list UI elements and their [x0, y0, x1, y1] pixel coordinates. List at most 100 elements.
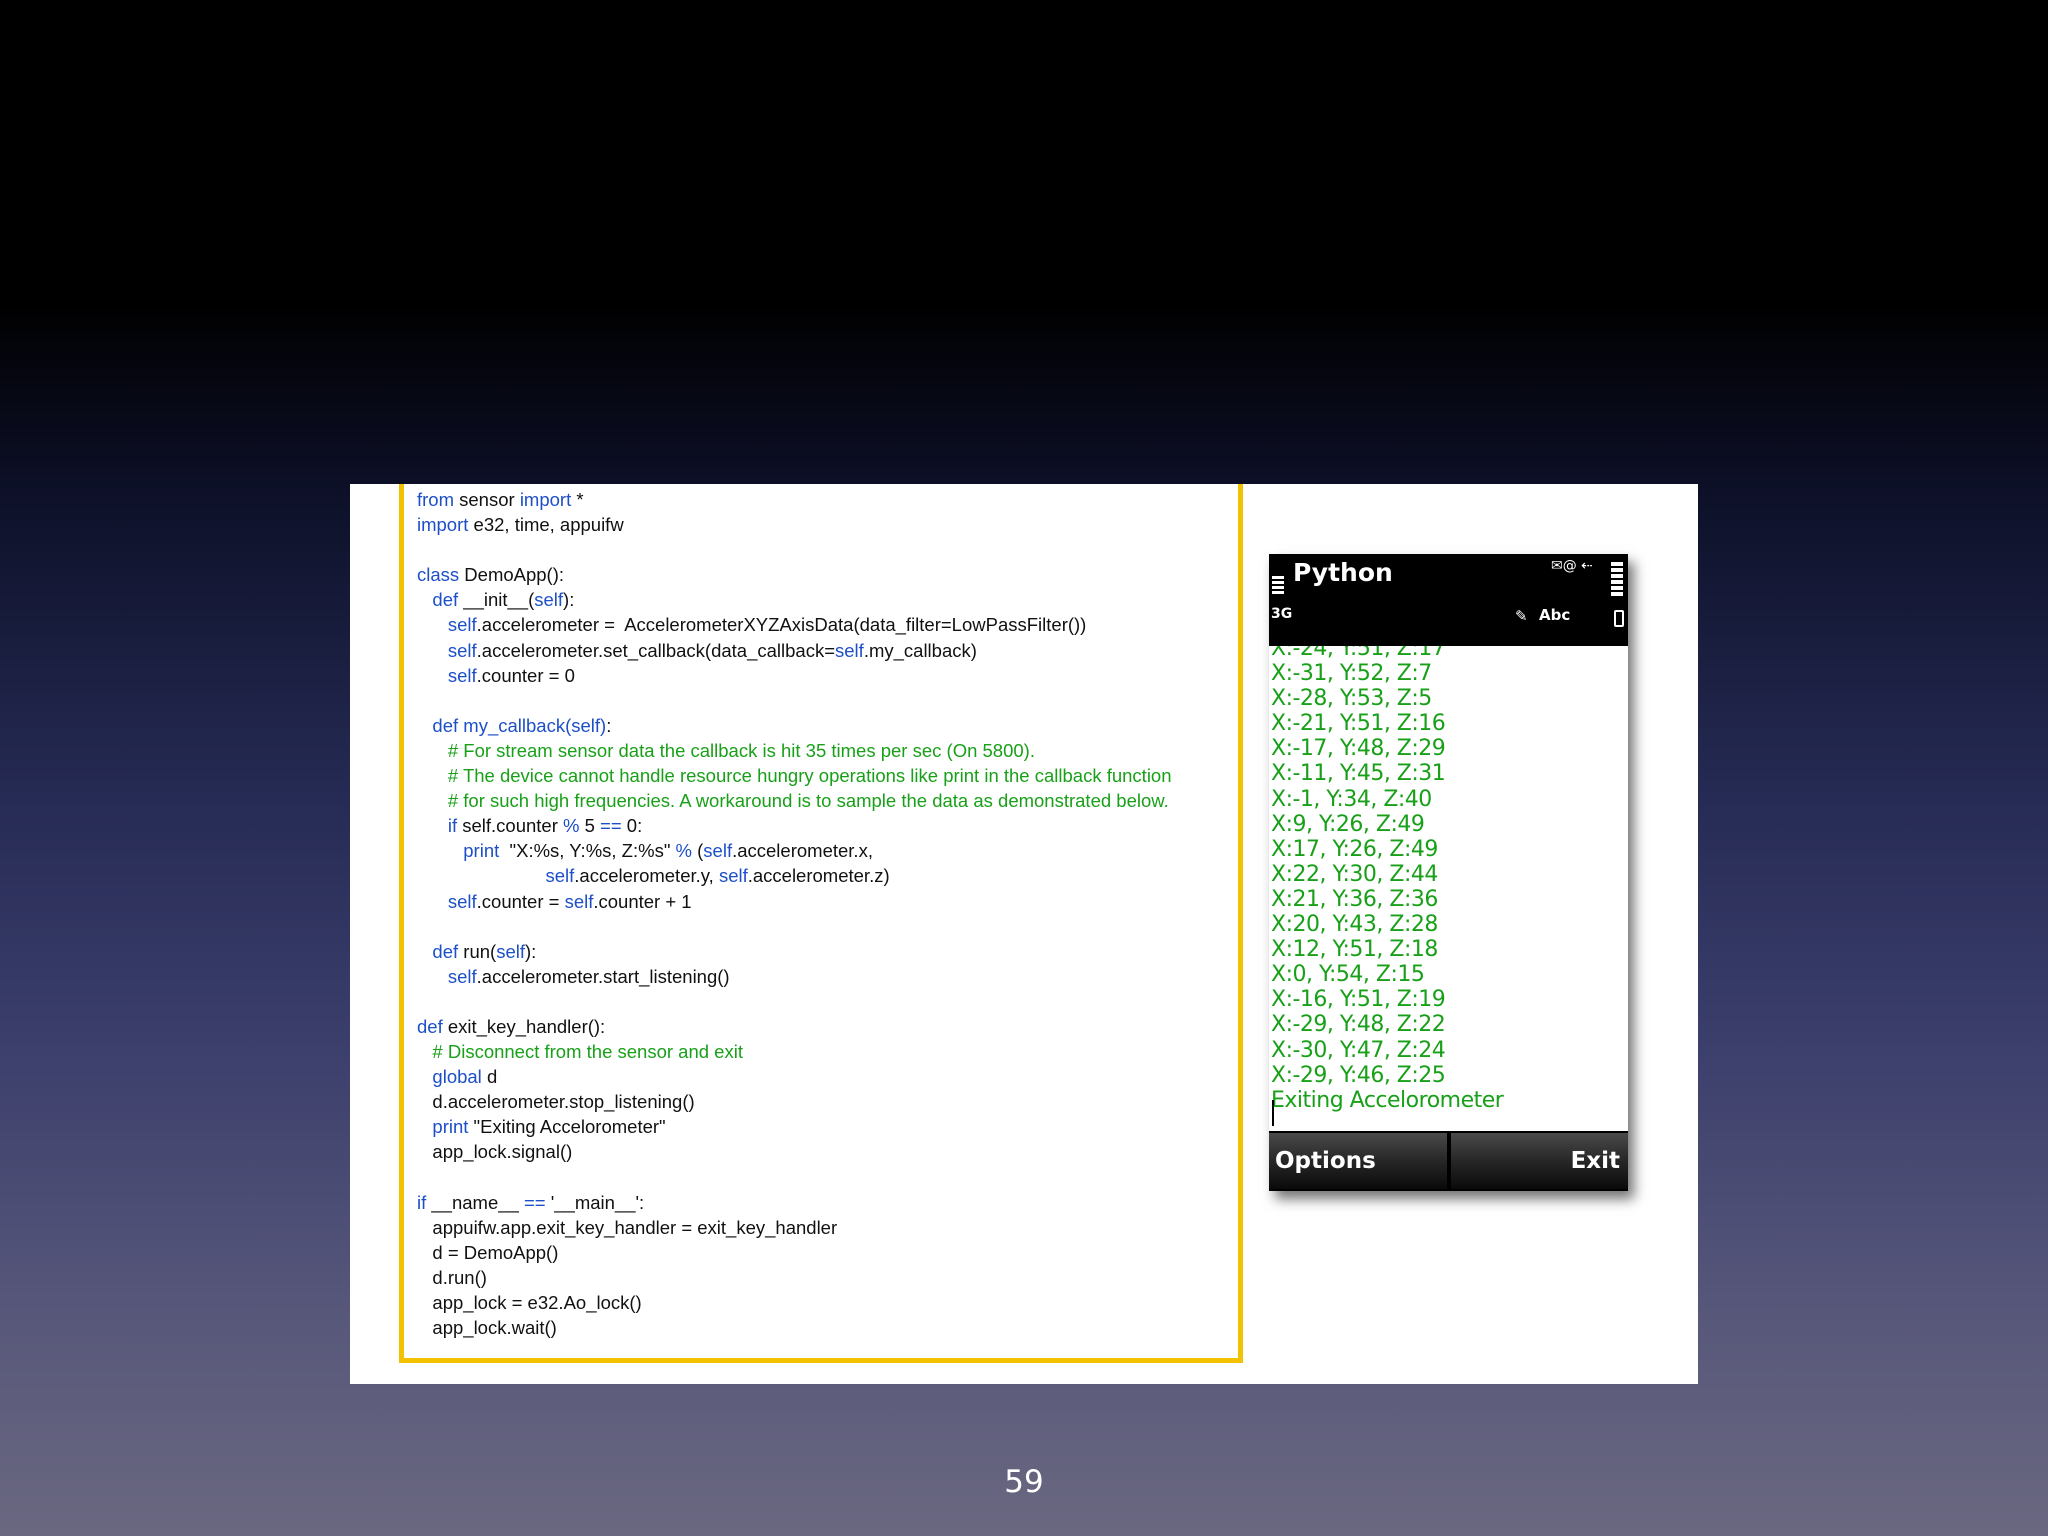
code-text: .accelerometer.start_listening()	[476, 965, 730, 987]
code-text: d.run()	[417, 1266, 487, 1288]
console-line: X:-11, Y:45, Z:31	[1271, 761, 1446, 787]
signal-strength-icon	[1272, 576, 1286, 598]
code-line: class DemoApp():	[417, 562, 1172, 587]
console-line: X:-16, Y:51, Z:19	[1271, 987, 1446, 1013]
code-keyword: self	[545, 865, 575, 887]
phone-screen: Python ✉@ ⇠ 3G ✎ Abc X:-24, Y:51, Z:17 X:…	[1269, 554, 1628, 1191]
code-line: d.run()	[417, 1265, 1172, 1290]
text-cursor-icon	[1614, 610, 1624, 627]
code-keyword: self	[496, 940, 525, 962]
code-text: .counter = 0	[476, 664, 575, 686]
code-comment: # The device cannot handle resource hung…	[447, 765, 1172, 787]
code-line: self.accelerometer.set_callback(data_cal…	[417, 638, 1172, 663]
code-keyword: self	[718, 865, 748, 887]
code-text: .my_callback)	[863, 639, 977, 661]
page-number: 59	[1004, 1464, 1044, 1500]
code-line: # for such high frequencies. A workaroun…	[417, 788, 1172, 813]
code-line: import e32, time, appuifw	[417, 512, 1172, 537]
code-keyword: self	[703, 840, 733, 862]
code-text: self.counter	[457, 815, 564, 837]
console-line: X:-29, Y:48, Z:22	[1271, 1012, 1446, 1038]
code-text: '__main__':	[545, 1191, 645, 1213]
console-lines: X:-24, Y:51, Z:17 X:-31, Y:52, Z:7 X:-28, …	[1271, 646, 1504, 1113]
code-keyword: from	[417, 489, 454, 510]
options-softkey[interactable]: Options	[1269, 1133, 1447, 1189]
code-text: .counter =	[476, 890, 565, 912]
console-line: X:17, Y:26, Z:49	[1271, 836, 1438, 862]
code-line: appuifw.app.exit_key_handler = exit_key_…	[417, 1215, 1172, 1240]
code-keyword: self	[564, 890, 594, 912]
code-text: e32, time, appuifw	[468, 514, 624, 536]
code-keyword: if	[417, 1191, 427, 1213]
code-text: (	[691, 840, 704, 862]
code-line: app_lock.wait()	[417, 1315, 1172, 1340]
code-line: def run(self):	[417, 939, 1172, 964]
code-keyword: self	[447, 614, 477, 636]
code-keyword: %	[563, 815, 580, 837]
code-line: self.accelerometer.start_listening()	[417, 964, 1172, 989]
code-line: if __name__ == '__main__':	[417, 1190, 1172, 1215]
code-comment: # For stream sensor data the callback is…	[447, 739, 1035, 761]
code-text: d.accelerometer.stop_listening()	[417, 1091, 695, 1113]
code-line: print "Exiting Accelorometer"	[417, 1114, 1172, 1139]
code-keyword: self	[534, 589, 564, 611]
code-line: from sensor import *	[417, 487, 1172, 512]
message-usb-icon: ✉@ ⇠	[1551, 558, 1593, 574]
code-line: print "X:%s, Y:%s, Z:%s" % (self.acceler…	[417, 838, 1172, 863]
code-comment: # Disconnect from the sensor and exit	[432, 1041, 743, 1063]
code-keyword: import	[417, 514, 469, 536]
console-line: X:0, Y:54, Z:15	[1271, 962, 1425, 988]
console-line: X:-31, Y:52, Z:7	[1271, 661, 1432, 687]
console-line: X:-21, Y:51, Z:16	[1271, 711, 1446, 737]
code-keyword: print	[463, 840, 500, 862]
code-text: d	[481, 1066, 498, 1088]
code-line: def __init__(self):	[417, 587, 1172, 612]
text-cursor	[1272, 1100, 1274, 1126]
code-keyword: if	[447, 815, 458, 837]
slide: from sensor import * import e32, time, ap…	[350, 484, 1698, 1384]
console-line: X:-28, Y:53, Z:5	[1271, 686, 1432, 712]
code-keyword: self	[447, 639, 477, 661]
app-title: Python	[1293, 558, 1393, 587]
console-line: X:-1, Y:34, Z:40	[1271, 786, 1432, 812]
code-line: self.accelerometer.y, self.accelerometer…	[417, 863, 1172, 888]
console-line: Exiting Accelorometer	[1271, 1087, 1504, 1113]
code-text: run(	[458, 940, 497, 962]
code-text: "X:%s, Y:%s, Z:%s"	[499, 840, 676, 862]
code-text: .counter + 1	[593, 890, 692, 912]
code-line: # For stream sensor data the callback is…	[417, 738, 1172, 763]
code-text: __init__(	[458, 589, 535, 611]
code-keyword: self	[447, 965, 477, 987]
code-keyword: class	[417, 564, 460, 586]
softkey-bar: Options Exit	[1269, 1131, 1628, 1191]
console-output[interactable]: X:-24, Y:51, Z:17 X:-31, Y:52, Z:7 X:-28, …	[1269, 646, 1628, 1126]
code-line: self.counter = self.counter + 1	[417, 889, 1172, 914]
code-line: # Disconnect from the sensor and exit	[417, 1039, 1172, 1064]
exit-softkey[interactable]: Exit	[1451, 1133, 1628, 1189]
code-line: if self.counter % 5 == 0:	[417, 813, 1172, 838]
battery-icon	[1611, 562, 1625, 602]
pen-icon: ✎	[1515, 607, 1528, 625]
code-keyword: import	[519, 489, 572, 510]
code-text: DemoApp():	[459, 564, 565, 586]
code-keyword: self	[447, 664, 477, 686]
code-keyword: def	[432, 940, 459, 962]
code-text: .accelerometer.y,	[574, 865, 719, 887]
code-listing: from sensor import * import e32, time, ap…	[417, 487, 1172, 1340]
code-keyword: def my_callback(self)	[432, 714, 607, 736]
code-line: def my_callback(self):	[417, 713, 1172, 738]
